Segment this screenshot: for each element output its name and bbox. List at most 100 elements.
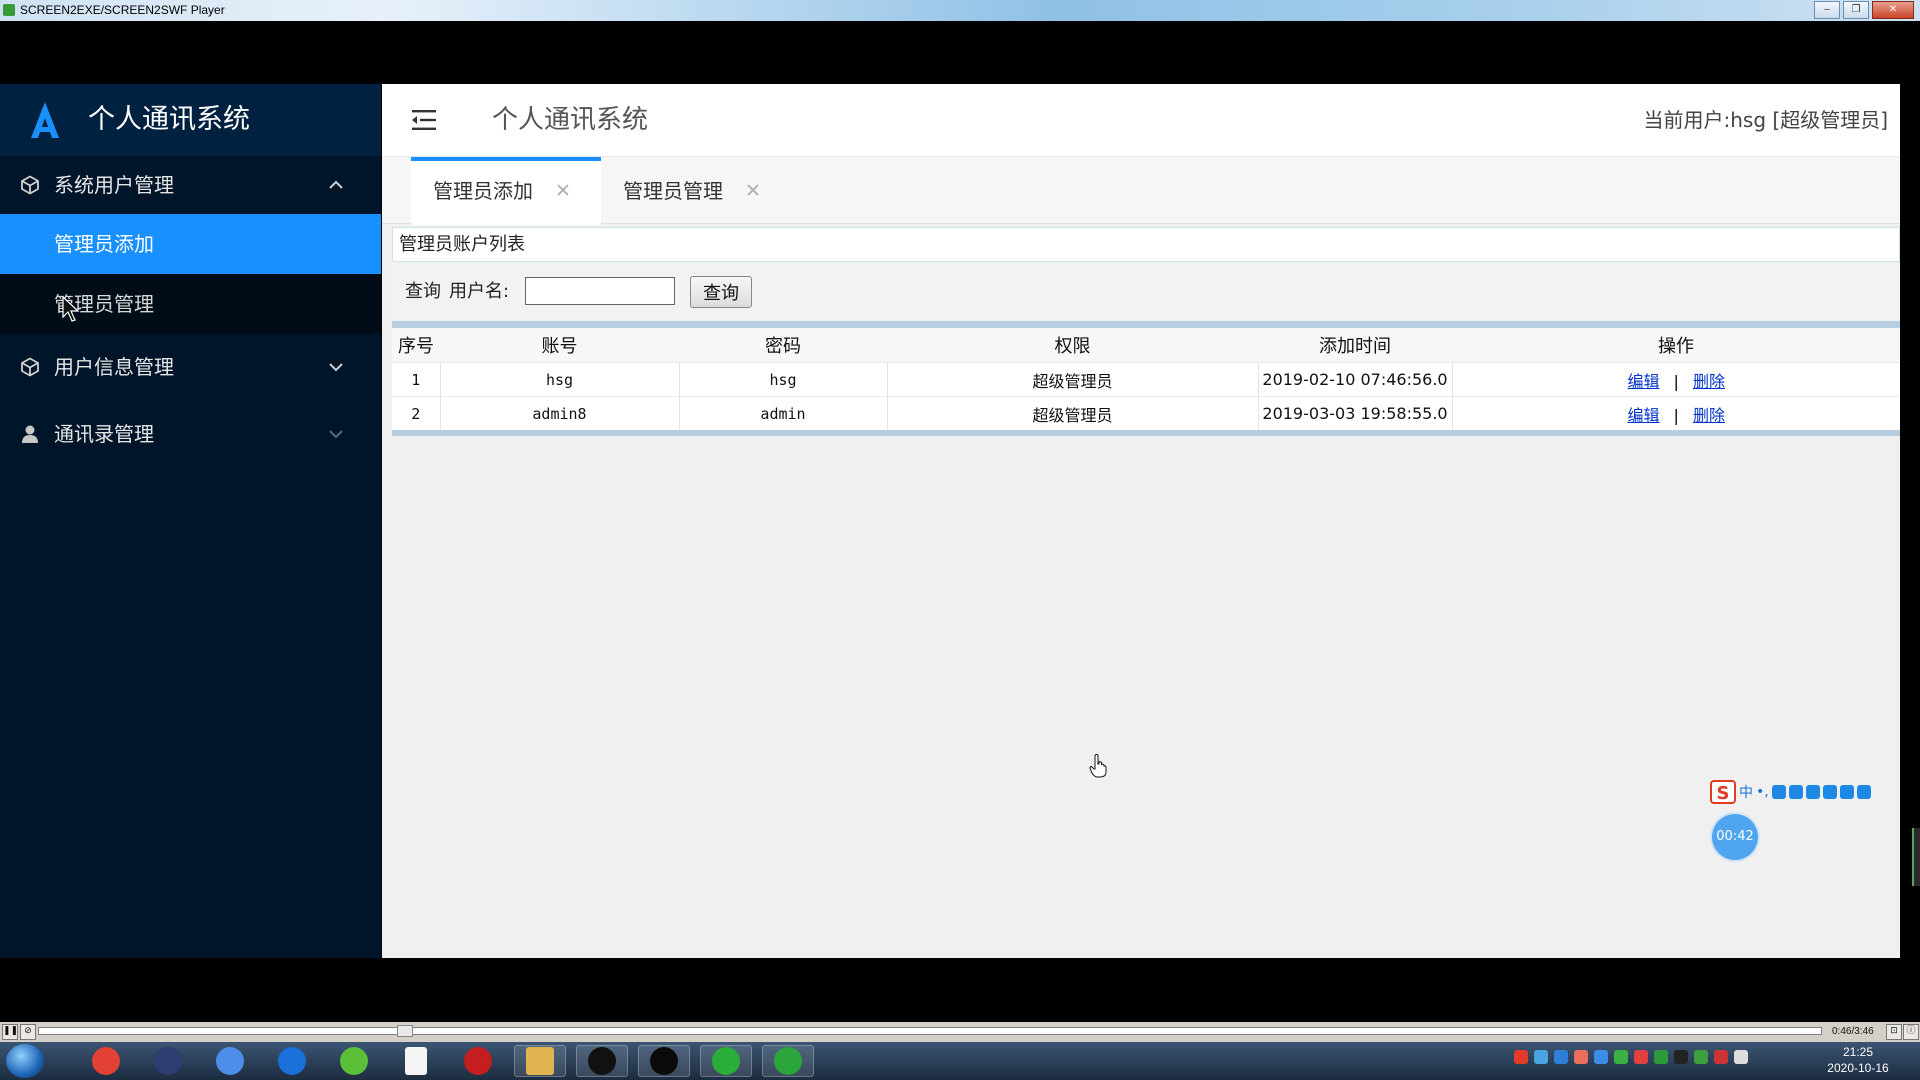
sidebar-logo[interactable]: 个人通讯系统: [0, 84, 381, 156]
tray-icon[interactable]: [1574, 1050, 1588, 1064]
emoji-icon[interactable]: [1771, 785, 1786, 799]
column-header-actions: 操作: [1658, 336, 1694, 357]
user-icon[interactable]: [1822, 785, 1837, 799]
taskbar-app-chrome[interactable]: [80, 1045, 132, 1077]
search-bar: 查询 用户名: 查询: [392, 263, 1900, 328]
recording-timer[interactable]: 00:42: [1712, 814, 1758, 860]
menu-system-users-label: 系统用户管理: [54, 173, 174, 197]
fullscreen-button[interactable]: ⊡: [1886, 1024, 1902, 1040]
search-button[interactable]: 查询: [690, 276, 752, 308]
cell-time: 2019-02-10 07:46:56.0: [1258, 362, 1453, 397]
taskbar-app-app[interactable]: [638, 1045, 690, 1077]
playback-progress[interactable]: [38, 1025, 1822, 1037]
baidu-netdisk-icon: [216, 1047, 244, 1075]
qq-browser-icon: [278, 1047, 306, 1075]
maximize-button[interactable]: ❐: [1843, 1, 1869, 19]
sogou-tray-icon[interactable]: [1514, 1050, 1528, 1064]
panel-title: 管理员账户列表: [392, 227, 1900, 262]
ime-toolbar[interactable]: S 中 •,: [1710, 780, 1910, 804]
close-icon[interactable]: [745, 182, 761, 198]
delete-link[interactable]: 删除: [1693, 372, 1725, 391]
taskbar-app-notepad[interactable]: [390, 1045, 442, 1077]
taskbar-app-flash[interactable]: [452, 1045, 504, 1077]
battery-icon[interactable]: [1694, 1050, 1708, 1064]
grid-icon[interactable]: [1856, 785, 1871, 799]
network-icon[interactable]: [1654, 1050, 1668, 1064]
search-label: 查询: [405, 281, 441, 302]
clock-date: 2020-10-16: [1827, 1061, 1889, 1075]
cell-no: 1: [392, 362, 441, 397]
taskbar-app-360[interactable]: [328, 1045, 380, 1077]
system-tray: [1514, 1050, 1748, 1064]
captured-app: 个人通讯系统 系统用户管理 管理员添加 管理员管理 用户信息管理 通讯录管理 个…: [0, 84, 1900, 958]
flash-icon: [464, 1047, 492, 1075]
close-window-button[interactable]: ✕: [1872, 1, 1914, 19]
action-center-icon[interactable]: [1734, 1050, 1748, 1064]
admin-list-panel: 管理员账户列表 查询 用户名: 查询 序号 账号 密码 权限 添加时间 操作 1…: [392, 227, 1900, 445]
cell-account: admin8: [440, 396, 680, 433]
taskbar-app-file-explorer[interactable]: [514, 1045, 566, 1077]
qq-tray-icon[interactable]: [1674, 1050, 1688, 1064]
taskbar-app-wechat[interactable]: [700, 1045, 752, 1077]
cell-password: admin: [679, 396, 888, 433]
window-controls: ‒ ❐ ✕: [1814, 1, 1914, 19]
menu-fold-icon[interactable]: [412, 108, 438, 132]
edit-link[interactable]: 编辑: [1628, 372, 1660, 391]
cell-role: 超级管理员: [887, 396, 1259, 433]
taskbar-app-screen-recorder[interactable]: [762, 1045, 814, 1077]
delete-link[interactable]: 删除: [1693, 406, 1725, 425]
volume-icon[interactable]: [1714, 1050, 1728, 1064]
sidebar-item-admin-manage[interactable]: 管理员管理: [0, 274, 381, 334]
taskbar-app-qq[interactable]: [576, 1045, 628, 1077]
close-icon[interactable]: [555, 182, 571, 198]
pause-button[interactable]: ❚❚: [2, 1024, 18, 1040]
tab-admin-add[interactable]: 管理员添加: [411, 157, 601, 225]
table-header-row: 序号 账号 密码 权限 添加时间 操作: [392, 328, 1900, 363]
sogou-ime-icon[interactable]: S: [1710, 780, 1736, 804]
clock-time: 21:25: [1842, 1045, 1874, 1059]
cell-role: 超级管理员: [887, 362, 1259, 397]
info-button[interactable]: ⓘ: [1903, 1024, 1919, 1040]
taskbar-app-baidu-netdisk[interactable]: [204, 1045, 256, 1077]
wechat-tray-icon[interactable]: [1614, 1050, 1628, 1064]
menu-user-info[interactable]: 用户信息管理: [0, 334, 381, 400]
360-icon: [340, 1047, 368, 1075]
username-search-input[interactable]: [525, 277, 675, 305]
menu-user-info-label: 用户信息管理: [54, 355, 174, 379]
edit-link[interactable]: 编辑: [1628, 406, 1660, 425]
progress-thumb[interactable]: [397, 1025, 413, 1037]
tab-bar: 管理员添加 管理员管理: [382, 157, 1900, 225]
shield-icon[interactable]: [1594, 1050, 1608, 1064]
column-header-role: 权限: [1054, 336, 1091, 357]
start-button[interactable]: [6, 1044, 44, 1078]
taskbar-clock[interactable]: 21:25 2020-10-16: [1808, 1044, 1908, 1076]
tray-icon[interactable]: [1634, 1050, 1648, 1064]
keyboard-icon[interactable]: [1805, 785, 1820, 799]
ime-punctuation[interactable]: •,: [1756, 784, 1769, 800]
arrow-cursor-icon: [62, 296, 80, 322]
tray-icon[interactable]: [1534, 1050, 1548, 1064]
tray-icon[interactable]: [1554, 1050, 1568, 1064]
sidebar-item-admin-add[interactable]: 管理员添加: [0, 214, 381, 274]
playback-time: 0:46/3:46: [1832, 1026, 1874, 1037]
top-header: 个人通讯系统 当前用户:hsg [超级管理员]: [382, 84, 1900, 157]
ime-mode[interactable]: 中: [1739, 782, 1753, 802]
tab-admin-manage-label: 管理员管理: [623, 179, 723, 203]
eclipse-icon: [154, 1047, 182, 1075]
action-separator: |: [1673, 405, 1679, 425]
table-row: 2 admin8 admin 超级管理员 2019-03-03 19:58:55…: [392, 396, 1900, 433]
submenu-system-users: 管理员添加 管理员管理: [0, 214, 381, 334]
taskbar-app-eclipse[interactable]: [142, 1045, 194, 1077]
stop-button[interactable]: ⊘: [20, 1024, 36, 1040]
microphone-icon[interactable]: [1788, 785, 1803, 799]
minimize-button[interactable]: ‒: [1814, 1, 1840, 19]
tab-admin-manage[interactable]: 管理员管理: [601, 159, 781, 221]
menu-contacts[interactable]: 通讯录管理: [0, 400, 381, 468]
side-panel-handle[interactable]: [1912, 828, 1920, 886]
cube-icon: [21, 357, 39, 377]
action-separator: |: [1673, 371, 1679, 391]
menu-system-users[interactable]: 系统用户管理: [0, 156, 381, 214]
taskbar-app-qq-browser[interactable]: [266, 1045, 318, 1077]
shirt-icon[interactable]: [1839, 785, 1854, 799]
column-header-time: 添加时间: [1319, 336, 1391, 357]
